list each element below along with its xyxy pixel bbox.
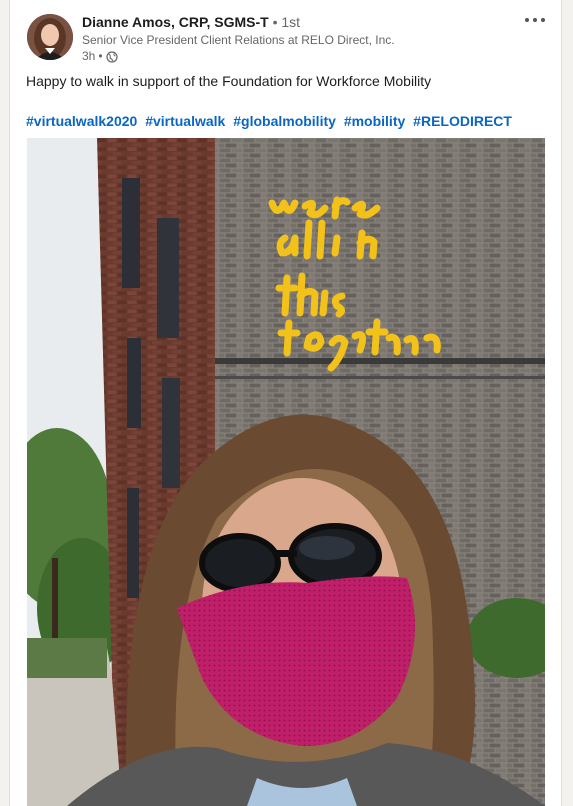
post-time: 3h: [82, 49, 96, 63]
hashtag-link[interactable]: #globalmobility: [233, 113, 336, 129]
author-headline: Senior Vice President Client Relations a…: [82, 33, 395, 47]
hashtag-link[interactable]: #virtualwalk: [145, 113, 225, 129]
author-info: Dianne Amos, CRP, SGMS-T • 1st Senior Vi…: [82, 13, 502, 64]
post-text: Happy to walk in support of the Foundati…: [26, 73, 432, 89]
separator-bullet: •: [272, 14, 278, 30]
hashtag-list: #virtualwalk2020 #virtualwalk #globalmob…: [26, 112, 546, 130]
feed-post-card: Dianne Amos, CRP, SGMS-T • 1st Senior Vi…: [9, 0, 562, 806]
connection-degree: 1st: [281, 14, 301, 30]
author-name[interactable]: Dianne Amos, CRP, SGMS-T: [82, 14, 269, 30]
hashtag-link[interactable]: #mobility: [344, 113, 405, 129]
author-avatar[interactable]: [27, 14, 73, 60]
more-options-icon[interactable]: [523, 12, 547, 28]
hashtag-link[interactable]: #RELODIRECT: [413, 113, 512, 129]
hashtag-link[interactable]: #virtualwalk2020: [26, 113, 137, 129]
post-meta: 3h •: [82, 49, 502, 64]
globe-icon: [105, 50, 118, 63]
author-name-row: Dianne Amos, CRP, SGMS-T • 1st: [82, 13, 502, 32]
separator-bullet: •: [98, 49, 103, 63]
post-image[interactable]: [27, 138, 545, 806]
